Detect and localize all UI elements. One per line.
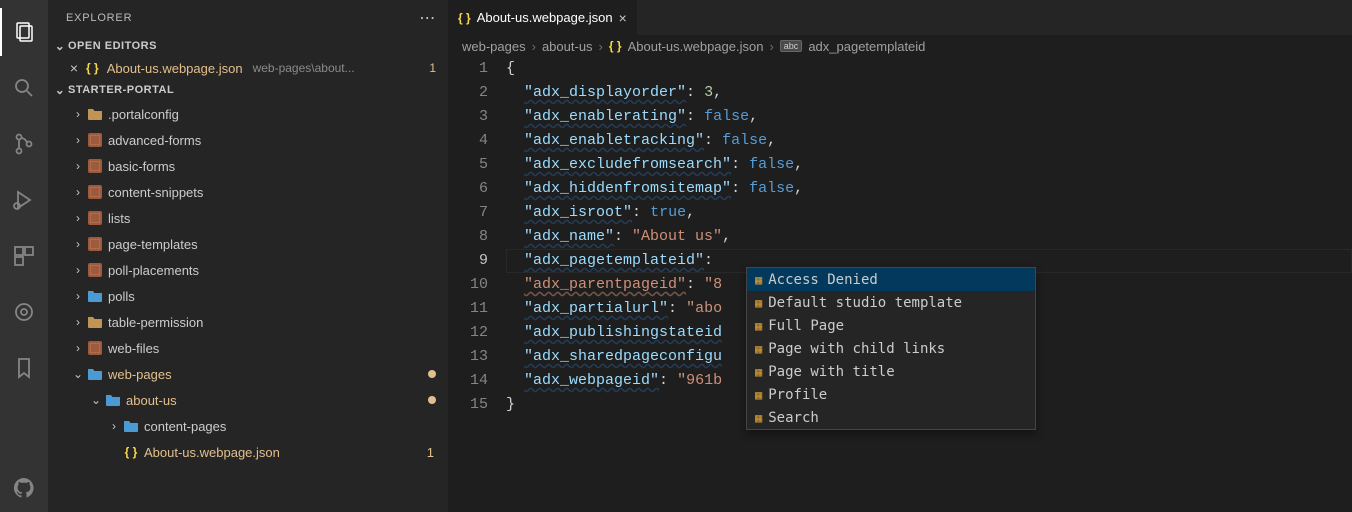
activity-bar [0,0,48,512]
tree-item[interactable]: ›page-templates [48,231,448,257]
code-editor[interactable]: 123456789101112131415 ▦Access Denied▦Def… [448,57,1352,512]
enum-icon: ▦ [755,360,762,384]
sidebar: EXPLORER ⋯ ⌄ OPEN EDITORS × { } About-us… [48,0,448,512]
code-line[interactable]: "adx_hiddenfromsitemap": false, [506,177,1352,201]
brick-icon [86,341,104,355]
modified-dot [428,370,436,378]
chevron-icon: › [106,419,122,433]
folder-blue-icon [86,367,104,381]
chevron-icon: › [70,133,86,147]
tree-item[interactable]: ⌄web-pages [48,361,448,387]
explorer-icon[interactable] [0,8,48,56]
chevron-icon: › [70,263,86,277]
enum-icon: ▦ [755,291,762,315]
tree-item[interactable]: ›poll-placements [48,257,448,283]
tree-item[interactable]: ›web-files [48,335,448,361]
open-editors-header[interactable]: ⌄ OPEN EDITORS [48,35,448,57]
tab-about-us[interactable]: { } About-us.webpage.json × [448,0,638,35]
chevron-icon: ⌄ [88,393,104,407]
code-line[interactable]: { [506,57,1352,81]
brick-icon [86,263,104,277]
tree-item[interactable]: ›lists [48,205,448,231]
tree-item[interactable]: ›content-pages [48,413,448,439]
abc-icon: abc [780,40,803,52]
source-control-icon[interactable] [0,120,48,168]
json-icon: { } [86,61,99,75]
power-platform-icon[interactable] [0,288,48,336]
suggestion-item[interactable]: ▦Default studio template [747,291,1035,314]
json-icon: { } [122,445,140,459]
suggestion-item[interactable]: ▦Page with child links [747,337,1035,360]
json-icon: { } [609,39,622,53]
search-icon[interactable] [0,64,48,112]
code-line[interactable]: "adx_excludefromsearch": false, [506,153,1352,177]
chevron-icon: › [70,341,86,355]
enum-icon: ▦ [755,337,762,361]
breadcrumb[interactable]: web-pages› about-us› { } About-us.webpag… [448,35,1352,57]
brick-icon [86,133,104,147]
enum-icon: ▦ [755,314,762,338]
folder-blue-icon [104,393,122,407]
line-gutter: 123456789101112131415 [448,57,506,512]
enum-icon: ▦ [755,383,762,407]
enum-icon: ▦ [755,268,762,292]
open-editor-item[interactable]: × { } About-us.webpage.json web-pages\ab… [48,57,448,79]
tree-item[interactable]: ›.portalconfig [48,101,448,127]
sidebar-title: EXPLORER [66,12,132,24]
tree-item[interactable]: ›polls [48,283,448,309]
tree-item[interactable]: ›content-snippets [48,179,448,205]
brick-icon [86,211,104,225]
chevron-icon: › [70,159,86,173]
more-icon[interactable]: ⋯ [419,8,436,28]
folder-icon [86,315,104,329]
tree-item[interactable]: ›basic-forms [48,153,448,179]
editor-area: { } About-us.webpage.json × web-pages› a… [448,0,1352,512]
github-icon[interactable] [0,464,48,512]
suggestion-item[interactable]: ▦Access Denied [747,268,1035,291]
intellisense-popup[interactable]: ▦Access Denied▦Default studio template▦F… [746,267,1036,430]
suggestion-item[interactable]: ▦Full Page [747,314,1035,337]
code-line[interactable]: "adx_name": "About us", [506,225,1352,249]
close-icon[interactable]: × [66,60,82,76]
chevron-icon: › [70,185,86,199]
folder-blue-icon [122,419,140,433]
chevron-icon: › [70,315,86,329]
tab-bar: { } About-us.webpage.json × [448,0,1352,35]
code-lines[interactable]: ▦Access Denied▦Default studio template▦F… [506,57,1352,512]
workspace-header[interactable]: ⌄ STARTER-PORTAL [48,79,448,101]
code-line[interactable]: "adx_enabletracking": false, [506,129,1352,153]
brick-icon [86,159,104,173]
file-tree: ›.portalconfig›advanced-forms›basic-form… [48,101,448,512]
suggestion-item[interactable]: ▦Profile [747,383,1035,406]
code-line[interactable]: "adx_displayorder": 3, [506,81,1352,105]
chevron-icon: ⌄ [70,367,86,381]
code-line[interactable]: "adx_enablerating": false, [506,105,1352,129]
chevron-icon: › [70,289,86,303]
folder-icon [86,107,104,121]
run-debug-icon[interactable] [0,176,48,224]
brick-icon [86,237,104,251]
tree-item[interactable]: ⌄about-us [48,387,448,413]
tree-item[interactable]: ›table-permission [48,309,448,335]
chevron-icon: › [70,107,86,121]
folder-blue-icon [86,289,104,303]
tree-item[interactable]: ›advanced-forms [48,127,448,153]
close-icon[interactable]: × [619,10,627,26]
enum-icon: ▦ [755,406,762,430]
tree-item[interactable]: { }About-us.webpage.json1 [48,439,448,465]
chevron-down-icon: ⌄ [52,83,68,97]
suggestion-item[interactable]: ▦Page with title [747,360,1035,383]
chevron-icon: › [70,211,86,225]
modified-dot [428,396,436,404]
sidebar-title-row: EXPLORER ⋯ [48,0,448,35]
brick-icon [86,185,104,199]
chevron-icon: › [70,237,86,251]
code-line[interactable]: "adx_isroot": true, [506,201,1352,225]
suggestion-item[interactable]: ▦Search [747,406,1035,429]
problems-count: 1 [427,445,434,460]
extensions-icon[interactable] [0,232,48,280]
json-icon: { } [458,11,471,25]
bookmarks-icon[interactable] [0,344,48,392]
chevron-down-icon: ⌄ [52,39,68,53]
